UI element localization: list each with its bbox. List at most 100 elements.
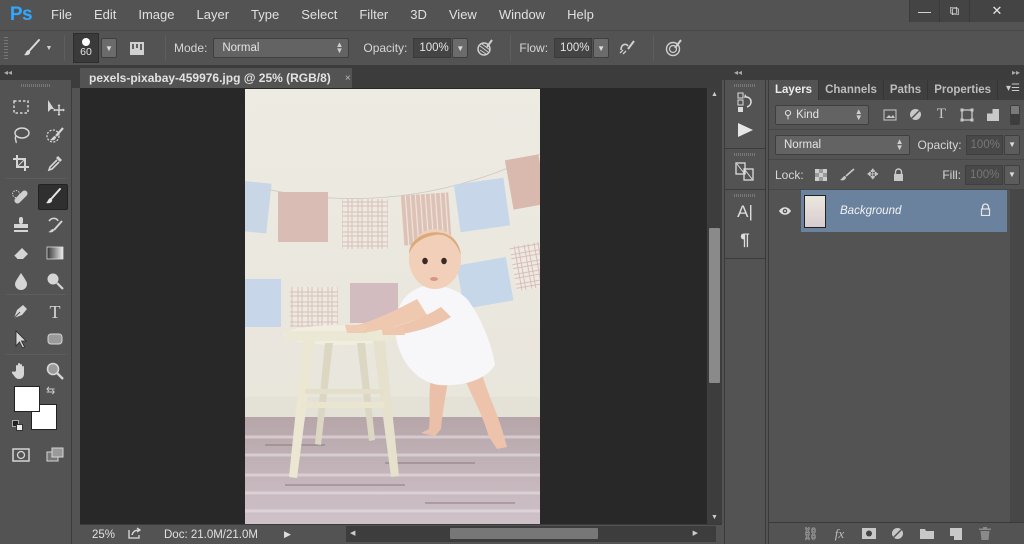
pressure-size-toggle[interactable] <box>662 38 686 58</box>
new-layer-button[interactable] <box>941 527 970 540</box>
menu-type[interactable]: Type <box>240 0 290 30</box>
airbrush-toggle[interactable] <box>609 38 645 58</box>
menu-view[interactable]: View <box>438 0 488 30</box>
layer-opacity-field[interactable]: 100% <box>965 134 1004 155</box>
panel-menu-icon[interactable]: ▾☰ <box>1006 83 1020 94</box>
pressure-opacity-toggle[interactable] <box>468 38 502 58</box>
document-tab[interactable]: pexels-pixabay-459976.jpg @ 25% (RGB/8) … <box>80 68 352 88</box>
opacity-slider-button[interactable]: ▼ <box>452 38 469 58</box>
actions-panel-button[interactable] <box>725 116 765 144</box>
filter-kind-dropdown[interactable]: ⚲ Kind ▲ ▼ <box>775 104 869 125</box>
layer-name[interactable]: Background <box>840 205 980 217</box>
blend-mode-dropdown[interactable]: Normal ▲ ▼ <box>775 134 910 155</box>
horizontal-scrollbar[interactable]: ◀ ▶ <box>346 526 716 542</box>
filter-type-button[interactable]: T <box>928 106 954 123</box>
filter-shape-button[interactable] <box>954 108 980 122</box>
scroll-right-arrow[interactable]: ▶ <box>693 529 698 537</box>
filter-toggle-switch[interactable] <box>1010 104 1021 125</box>
paragraph-panel-button[interactable]: ¶ <box>725 226 765 254</box>
document-image[interactable] <box>245 89 540 525</box>
collapse-icon[interactable]: ◂◂ <box>4 68 12 77</box>
menu-file[interactable]: File <box>40 0 83 30</box>
minimize-button[interactable]: — <box>909 0 939 22</box>
menu-help[interactable]: Help <box>556 0 605 30</box>
tool-history-brush[interactable] <box>40 212 70 238</box>
tool-hand[interactable] <box>6 358 36 384</box>
tool-pen[interactable] <box>6 298 36 324</box>
brush-panel-toggle[interactable] <box>117 39 157 57</box>
flow-field[interactable]: 100% <box>554 38 593 58</box>
options-bar-grip[interactable] <box>4 37 8 59</box>
scroll-left-arrow[interactable]: ◀ <box>350 529 355 537</box>
tool-dodge[interactable] <box>40 268 70 294</box>
tool-move[interactable] <box>40 94 70 120</box>
tool-eyedropper[interactable] <box>40 150 70 176</box>
menu-window[interactable]: Window <box>488 0 556 30</box>
collapse-icon[interactable]: ◂◂ <box>734 66 742 80</box>
history-panel-button[interactable] <box>725 88 765 116</box>
layers-scrollbar[interactable] <box>1010 190 1024 522</box>
tool-clone-stamp[interactable] <box>6 212 36 238</box>
quick-mask-button[interactable] <box>6 442 36 468</box>
link-layers-button[interactable]: ⛓ <box>796 526 825 542</box>
menu-image[interactable]: Image <box>127 0 185 30</box>
flow-slider-button[interactable]: ▼ <box>593 38 610 58</box>
new-group-button[interactable] <box>912 528 941 539</box>
character-panel-button[interactable]: A| <box>725 198 765 226</box>
filter-adjustment-button[interactable] <box>903 108 929 121</box>
screen-mode-button[interactable] <box>40 442 70 468</box>
clone-source-panel-button[interactable] <box>725 157 765 185</box>
share-icon[interactable] <box>128 527 150 542</box>
tab-layers[interactable]: Layers <box>769 80 820 100</box>
menu-3d[interactable]: 3D <box>399 0 438 30</box>
menu-layer[interactable]: Layer <box>186 0 241 30</box>
tool-brush[interactable] <box>38 184 68 210</box>
horizontal-scroll-thumb[interactable] <box>450 528 598 539</box>
tool-spot-healing-brush[interactable] <box>6 184 36 210</box>
tool-blur[interactable] <box>6 268 36 294</box>
swap-colors-icon[interactable]: ⇆ <box>46 384 55 397</box>
menu-select[interactable]: Select <box>290 0 348 30</box>
lock-image-pixels-button[interactable] <box>834 167 860 182</box>
mode-dropdown[interactable]: Normal ▲ ▼ <box>213 38 350 58</box>
opacity-field[interactable]: 100% <box>413 38 452 58</box>
canvas-area[interactable] <box>80 88 706 525</box>
visibility-toggle[interactable] <box>769 190 801 232</box>
lock-position-button[interactable]: ✥ <box>860 166 886 183</box>
status-menu-arrow[interactable]: ▶ <box>284 529 298 540</box>
delete-layer-button[interactable] <box>970 527 999 540</box>
tools-panel-header[interactable]: ◂◂ <box>0 66 72 80</box>
expand-icon[interactable]: ▸▸ <box>1012 66 1020 80</box>
tab-properties[interactable]: Properties <box>928 80 999 100</box>
tool-lasso[interactable] <box>6 122 36 148</box>
filter-smart-object-button[interactable] <box>980 108 1006 122</box>
lock-all-button[interactable] <box>886 168 912 181</box>
zoom-level-field[interactable]: 25% <box>80 529 128 541</box>
brush-preset-picker[interactable]: 60 ▼ <box>73 33 117 63</box>
tools-grip[interactable] <box>0 80 71 90</box>
default-colors-icon[interactable] <box>12 420 24 432</box>
tab-paths[interactable]: Paths <box>884 80 929 100</box>
menu-edit[interactable]: Edit <box>83 0 127 30</box>
tool-quick-selection[interactable] <box>40 122 70 148</box>
tool-gradient[interactable] <box>40 240 70 266</box>
tool-zoom[interactable] <box>40 358 70 384</box>
filter-pixel-button[interactable] <box>877 109 903 121</box>
new-adjustment-layer-button[interactable] <box>883 527 912 540</box>
tool-rectangular-marquee[interactable] <box>6 94 36 120</box>
add-layer-style-button[interactable]: fx <box>825 526 854 542</box>
tool-preset-picker[interactable]: ▼ <box>18 38 56 58</box>
layer-background[interactable]: Background <box>801 190 1007 232</box>
restore-button[interactable]: ⧉ <box>939 0 969 22</box>
close-tab-icon[interactable]: × <box>345 73 351 84</box>
menu-filter[interactable]: Filter <box>348 0 399 30</box>
fill-slider-button[interactable]: ▼ <box>1004 164 1020 185</box>
lock-transparent-pixels-button[interactable] <box>808 168 834 181</box>
foreground-color-swatch[interactable] <box>14 386 40 412</box>
fill-field[interactable]: 100% <box>965 164 1003 185</box>
vertical-scrollbar[interactable]: ▲ ▼ <box>706 88 722 524</box>
close-button[interactable]: ✕ <box>969 0 1024 22</box>
tool-rectangle[interactable] <box>40 326 70 352</box>
brush-preset-dropdown[interactable]: ▼ <box>101 38 117 58</box>
layer-opacity-slider-button[interactable]: ▼ <box>1004 134 1020 155</box>
